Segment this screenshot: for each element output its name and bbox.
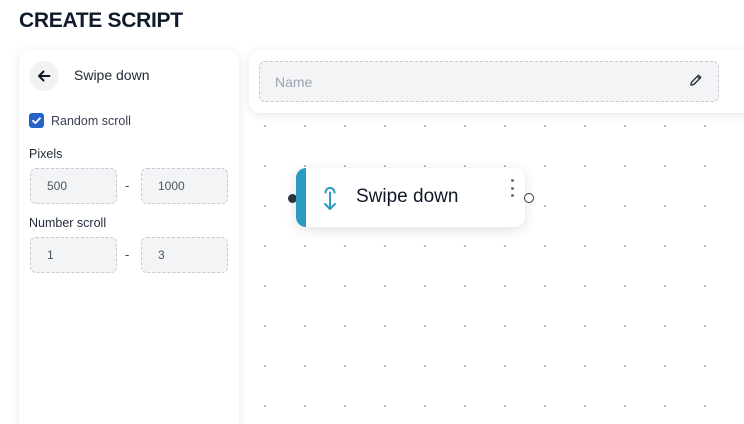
- pixels-range-separator: -: [125, 178, 130, 193]
- number-scroll-max-input[interactable]: 3: [141, 237, 228, 273]
- panel-title: Swipe down: [74, 67, 150, 83]
- page-title: CREATE SCRIPT: [19, 9, 183, 32]
- random-scroll-toggle[interactable]: Random scroll: [29, 113, 131, 128]
- node-accent-bar: [296, 168, 306, 227]
- swipe-down-node[interactable]: Swipe down: [296, 168, 525, 227]
- random-scroll-label: Random scroll: [51, 113, 131, 128]
- pixels-label: Pixels: [29, 147, 63, 161]
- pixels-min-input[interactable]: 500: [30, 168, 117, 204]
- node-label: Swipe down: [356, 186, 459, 207]
- swipe-down-icon: [320, 184, 340, 217]
- node-menu-icon[interactable]: [509, 179, 515, 197]
- node-output-port[interactable]: [524, 193, 534, 203]
- pixels-max-input[interactable]: 1000: [141, 168, 228, 204]
- script-name-bar: Name: [249, 50, 744, 113]
- arrow-left-icon: [38, 70, 51, 82]
- checkmark-icon: [32, 117, 41, 124]
- settings-panel: Swipe down Random scroll Pixels 500 - 10…: [19, 50, 239, 424]
- script-canvas[interactable]: [249, 113, 744, 424]
- number-scroll-range-separator: -: [125, 247, 130, 262]
- number-scroll-label: Number scroll: [29, 216, 107, 230]
- pencil-icon[interactable]: [689, 73, 744, 92]
- random-scroll-checkbox[interactable]: [29, 113, 44, 128]
- script-name-input[interactable]: Name: [259, 61, 719, 102]
- number-scroll-min-input[interactable]: 1: [30, 237, 117, 273]
- back-button[interactable]: [29, 61, 59, 91]
